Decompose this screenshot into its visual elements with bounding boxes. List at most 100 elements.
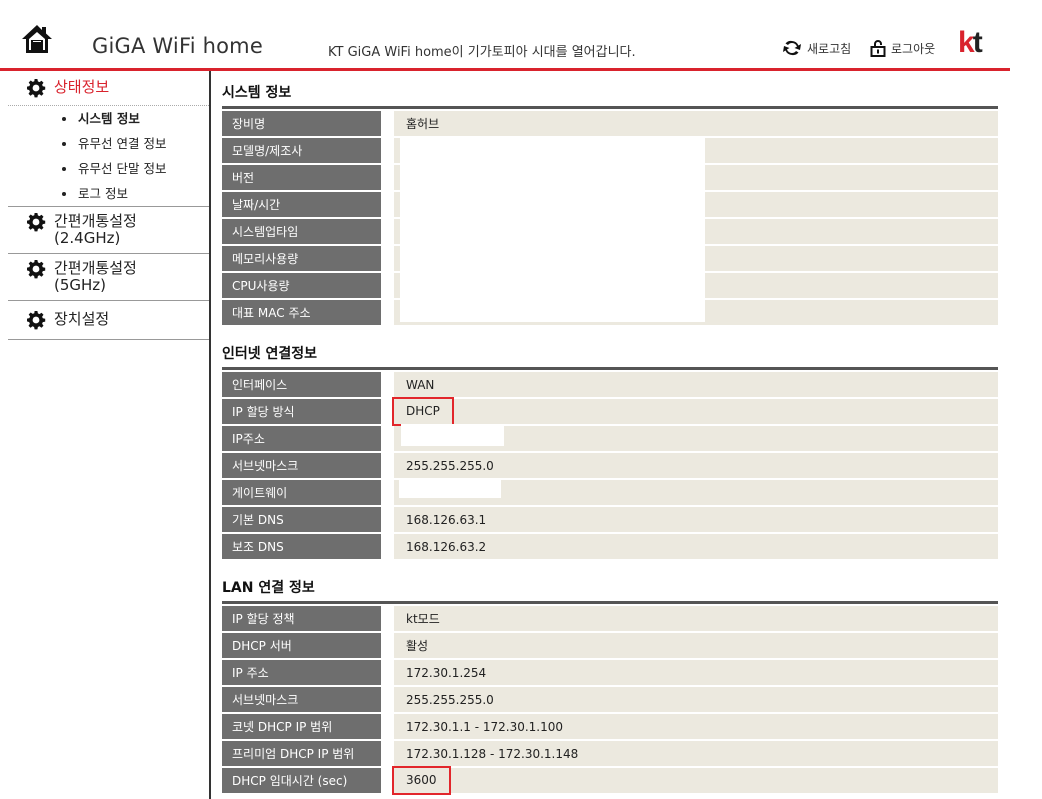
field-label: 서브넷마스크 [222, 453, 381, 478]
cell-gap [381, 300, 394, 325]
field-value-cell: 홈허브 [394, 111, 998, 136]
gear-icon [27, 213, 46, 232]
gear-icon [27, 260, 46, 279]
menu-status-info[interactable]: 상태정보 [8, 71, 209, 105]
table-row: 보조 DNS 168.126.63.2 [222, 534, 998, 559]
cell-gap [381, 507, 394, 532]
table-row: DHCP 서버 활성 [222, 633, 998, 658]
field-value-cell: 168.126.63.1 [394, 507, 998, 532]
table-row: 기본 DNS 168.126.63.1 [222, 507, 998, 532]
redacted-ip-address [401, 424, 504, 446]
field-value-cell: 168.126.63.2 [394, 534, 998, 559]
menu-status-label: 상태정보 [54, 78, 110, 96]
cell-gap [381, 372, 394, 397]
cell-gap [381, 606, 394, 631]
field-value: 168.126.63.2 [406, 539, 487, 554]
table-row: DHCP 임대시간 (sec) 3600 [222, 766, 998, 795]
table-row: 서브넷마스크 255.255.255.0 [222, 687, 998, 712]
menu-setup-5ghz[interactable]: 간편개통설정 (5GHz) [8, 254, 209, 300]
table-row: IP주소 [222, 426, 998, 451]
field-value-cell: 활성 [394, 633, 998, 658]
field-value-cell: 172.30.1.128 - 172.30.1.148 [394, 741, 998, 766]
field-label: 코넷 DHCP IP 범위 [222, 714, 381, 739]
menu-group-setup-5: 간편개통설정 (5GHz) [8, 254, 209, 301]
submenu-device-info[interactable]: 유무선 단말 정보 [8, 156, 209, 181]
redacted-gateway [399, 480, 501, 498]
submenu-log-info[interactable]: 로그 정보 [8, 181, 209, 206]
cell-gap [381, 138, 394, 163]
cell-gap [381, 660, 394, 685]
menu-setup-24-label: 간편개통설정 (2.4GHz) [54, 213, 137, 247]
table-row: 인터페이스 WAN [222, 372, 998, 397]
field-value-cell: 255.255.255.0 [394, 453, 998, 478]
slogan: KT GiGA WiFi home이 기가토피아 시대를 열어갑니다. [328, 45, 636, 60]
lan-info-table: IP 할당 정책 kt모드 DHCP 서버 활성 IP 주소 172.30.1.254 서브… [222, 604, 998, 795]
table-row: 장비명 홈허브 [222, 111, 998, 136]
internet-info-table: 인터페이스 WAN IP 할당 방식 DHCP IP주소 서브넷마스크 255.255.25… [222, 370, 998, 561]
field-value: WAN [406, 377, 435, 392]
gear-icon [27, 311, 46, 330]
cell-gap [381, 111, 394, 136]
field-label: 장비명 [222, 111, 381, 136]
table-row: IP 주소 172.30.1.254 [222, 660, 998, 685]
field-value: 172.30.1.128 - 172.30.1.148 [406, 746, 579, 761]
field-label: IP 할당 정책 [222, 606, 381, 631]
table-row: 게이트웨이 [222, 480, 998, 505]
submenu-connection-info[interactable]: 유무선 연결 정보 [8, 131, 209, 156]
field-value-cell: 172.30.1.254 [394, 660, 998, 685]
field-label: 인터페이스 [222, 372, 381, 397]
kt-logo-k: k [958, 26, 975, 59]
status-submenu: 시스템 정보 유무선 연결 정보 유무선 단말 정보 로그 정보 [8, 105, 209, 206]
kt-logo-t: t [972, 26, 983, 59]
menu-setup-24-line2: (2.4GHz) [54, 229, 121, 247]
menu-device-settings[interactable]: 장치설정 [8, 301, 209, 339]
section-title-system: 시스템 정보 [222, 80, 998, 109]
field-label: 날짜/시간 [222, 192, 381, 217]
logout-label: 로그아웃 [891, 41, 936, 56]
field-label: 게이트웨이 [222, 480, 381, 505]
highlighted-value: DHCP [392, 397, 454, 426]
brand-title: GiGA WiFi home [92, 34, 263, 58]
table-row: 서브넷마스크 255.255.255.0 [222, 453, 998, 478]
field-label: IP 할당 방식 [222, 399, 381, 424]
cell-gap [381, 273, 394, 298]
gear-icon [27, 79, 46, 98]
cell-gap [381, 741, 394, 766]
field-label: IP주소 [222, 426, 381, 451]
field-value-cell: 172.30.1.1 - 172.30.1.100 [394, 714, 998, 739]
menu-group-status: 상태정보 시스템 정보 유무선 연결 정보 유무선 단말 정보 로그 정보 [8, 71, 209, 207]
field-value: 255.255.255.0 [406, 692, 494, 707]
refresh-button[interactable]: 새로고침 [782, 39, 851, 57]
highlighted-value: 3600 [392, 766, 451, 795]
cell-gap [381, 453, 394, 478]
field-label: 서브넷마스크 [222, 687, 381, 712]
cell-gap [381, 426, 394, 451]
menu-setup-24ghz[interactable]: 간편개통설정 (2.4GHz) [8, 207, 209, 253]
cell-gap [381, 165, 394, 190]
refresh-label: 새로고침 [807, 41, 852, 56]
field-label: 기본 DNS [222, 507, 381, 532]
section-title-lan: LAN 연결 정보 [222, 575, 998, 604]
field-value: 168.126.63.1 [406, 512, 487, 527]
menu-setup-24-line1: 간편개통설정 [54, 212, 137, 230]
field-value-cell: kt모드 [394, 606, 998, 631]
table-row: 코넷 DHCP IP 범위 172.30.1.1 - 172.30.1.100 [222, 714, 998, 739]
cell-gap [381, 192, 394, 217]
cell-gap [381, 399, 394, 424]
field-label: DHCP 임대시간 (sec) [222, 768, 381, 793]
field-label: 모델명/제조사 [222, 138, 381, 163]
cell-gap [381, 768, 394, 793]
field-value-cell: DHCP [392, 397, 998, 426]
menu-setup-5-line2: (5GHz) [54, 276, 107, 294]
logout-button[interactable]: 로그아웃 [870, 39, 935, 57]
cell-gap [381, 714, 394, 739]
menu-device-label: 장치설정 [54, 310, 110, 328]
menu-group-device: 장치설정 [8, 301, 209, 340]
field-label: CPU사용량 [222, 273, 381, 298]
submenu-system-info[interactable]: 시스템 정보 [8, 106, 209, 131]
home-icon[interactable] [20, 22, 54, 56]
section-title-internet: 인터넷 연결정보 [222, 341, 998, 370]
field-value: kt모드 [406, 612, 440, 626]
field-value-cell: 255.255.255.0 [394, 687, 998, 712]
field-value: 활성 [406, 639, 429, 653]
